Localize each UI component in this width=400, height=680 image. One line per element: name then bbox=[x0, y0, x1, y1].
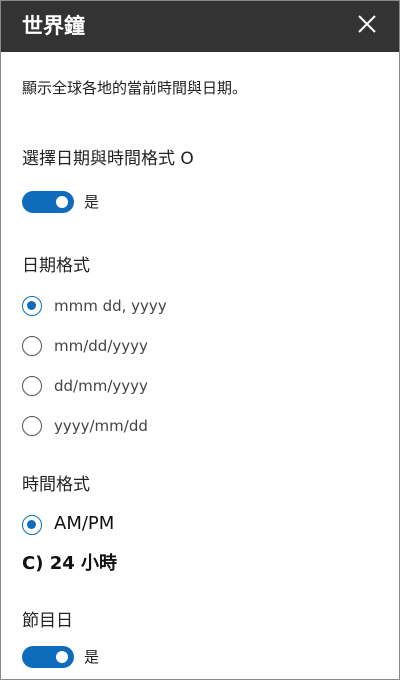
radio-label: AM/PM bbox=[54, 513, 115, 534]
time-format-label: 時間格式 bbox=[22, 475, 90, 495]
radio-button-checked[interactable] bbox=[22, 515, 42, 535]
radio-button[interactable] bbox=[22, 336, 42, 356]
world-clock-settings-panel: 世界鐘 顯示全球各地的當前時間與日期。 選擇日期與時間格式 O 是 日期格式 m… bbox=[0, 0, 400, 680]
holiday-label: 節目日 bbox=[22, 611, 73, 631]
radio-label: mmm dd, yyyy bbox=[54, 297, 167, 315]
radio-button[interactable] bbox=[22, 376, 42, 396]
radio-label: yyyy/mm/dd bbox=[54, 417, 148, 435]
radio-dot bbox=[27, 301, 36, 310]
radio-label: mm/dd/yyyy bbox=[54, 337, 148, 355]
toggle-knob bbox=[56, 196, 68, 208]
panel-title: 世界鐘 bbox=[22, 14, 85, 38]
close-icon[interactable] bbox=[353, 10, 381, 38]
holiday-toggle[interactable] bbox=[22, 646, 74, 668]
panel-header: 世界鐘 bbox=[1, 1, 399, 52]
date-time-format-label: 選擇日期與時間格式 O bbox=[22, 149, 194, 169]
date-format-label: 日期格式 bbox=[22, 256, 90, 276]
radio-button-checked[interactable] bbox=[22, 296, 42, 316]
radio-dot bbox=[27, 520, 36, 529]
panel-description: 顯示全球各地的當前時間與日期。 bbox=[22, 79, 248, 97]
holiday-toggle-text: 是 bbox=[84, 648, 100, 666]
date-time-format-toggle[interactable] bbox=[22, 191, 74, 213]
radio-button[interactable] bbox=[22, 416, 42, 436]
date-time-format-toggle-text: 是 bbox=[84, 193, 100, 211]
radio-label: dd/mm/yyyy bbox=[54, 377, 148, 395]
toggle-knob bbox=[56, 651, 68, 663]
radio-option-24-hour-text[interactable]: C) 24 小時 bbox=[22, 552, 117, 576]
